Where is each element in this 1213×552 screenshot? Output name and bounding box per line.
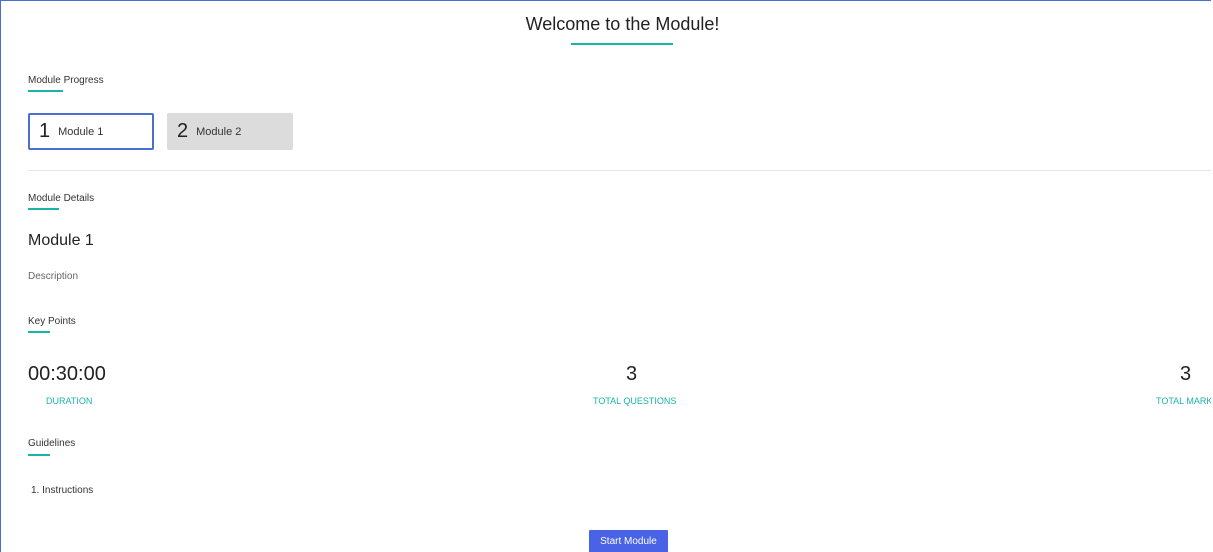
step-label: Module 2 [196, 125, 242, 138]
module-details-label: Module Details [28, 193, 95, 204]
module-progress-label: Module Progress [28, 75, 104, 86]
guidelines-label: Guidelines [28, 438, 76, 449]
step-number: 1 [39, 120, 51, 142]
module-page: Welcome to the Module! Module Progress 1… [0, 0, 1211, 552]
key-points-label: Key Points [28, 316, 76, 327]
module-progress-underline [28, 90, 63, 92]
section-divider [28, 170, 1211, 171]
page-title: Welcome to the Module! [525, 14, 720, 34]
key-points-underline [28, 331, 50, 333]
guidelines-underline [28, 454, 50, 456]
total-marks-label: TOTAL MARKS [1156, 396, 1211, 406]
module-description: Description [28, 271, 79, 282]
title-underline [571, 43, 673, 45]
step-label: Module 1 [58, 125, 104, 138]
start-module-button[interactable]: Start Module [589, 530, 668, 552]
guideline-item: 1. Instructions [31, 485, 94, 496]
step-module-1[interactable]: 1 Module 1 [28, 113, 154, 150]
total-questions-value: 3 [626, 363, 638, 385]
total-marks-value: 3 [1180, 363, 1192, 385]
module-name: Module 1 [28, 232, 94, 249]
duration-value: 00:30:00 [28, 363, 106, 385]
total-questions-label: TOTAL QUESTIONS [593, 396, 677, 406]
step-number: 2 [177, 120, 189, 142]
duration-label: DURATION [46, 396, 93, 406]
module-details-underline [28, 208, 59, 210]
step-module-2[interactable]: 2 Module 2 [167, 113, 293, 150]
